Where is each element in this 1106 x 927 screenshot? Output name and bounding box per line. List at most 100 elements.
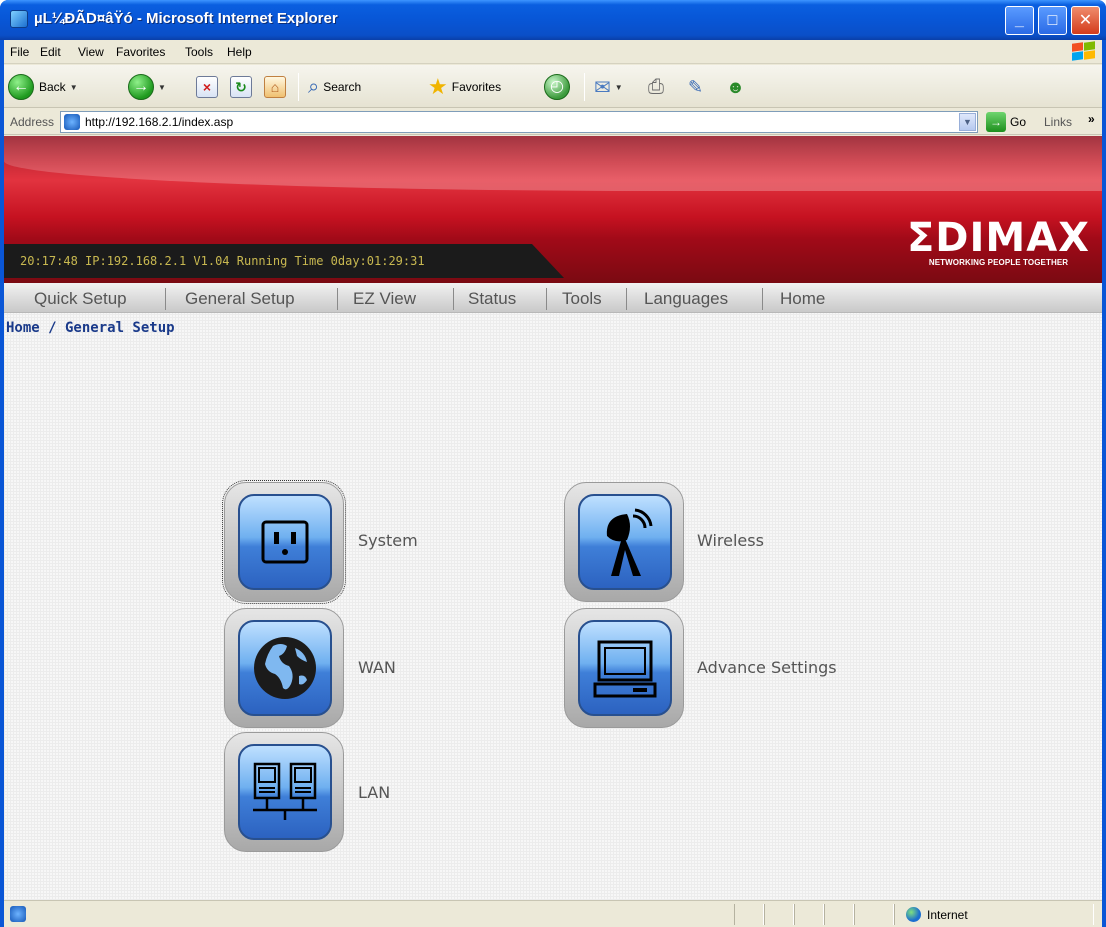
wireless-tile[interactable]	[564, 482, 684, 602]
messenger-icon: ☻	[726, 76, 745, 97]
advance-settings-tile-face	[578, 620, 672, 716]
satellite-dish-icon	[606, 508, 653, 576]
menu-file[interactable]: File	[10, 45, 29, 59]
lan-tile-face	[238, 744, 332, 840]
print-icon: ⎙	[648, 75, 664, 98]
page-viewport: 20:17:48 IP:192.168.2.1 V1.04 Running Ti…	[4, 136, 1102, 900]
lan-tile[interactable]	[224, 732, 344, 852]
maximize-button[interactable]: □	[1038, 6, 1067, 35]
stop-button[interactable]: ×	[196, 72, 218, 102]
go-arrow-icon: →	[986, 112, 1006, 132]
print-button[interactable]: ⎙	[648, 72, 664, 102]
back-dropdown-icon[interactable]: ▼	[70, 83, 78, 92]
wan-tile[interactable]	[224, 608, 344, 728]
internet-zone-icon	[906, 907, 921, 922]
advance-settings-tile[interactable]	[564, 608, 684, 728]
go-button[interactable]: → Go	[986, 111, 1026, 133]
title-bar[interactable]: µL¼ÐÃD¤âŸó - Microsoft Internet Explorer…	[0, 0, 1106, 40]
wan-label[interactable]: WAN	[358, 658, 396, 677]
menu-tools[interactable]: Tools	[185, 45, 213, 59]
address-label: Address	[10, 115, 55, 129]
router-banner: 20:17:48 IP:192.168.2.1 V1.04 Running Ti…	[4, 136, 1102, 283]
banner-highlight	[4, 136, 1102, 191]
wan-tile-face	[238, 620, 332, 716]
nav-separator	[626, 288, 627, 310]
edit-button[interactable]: ✎	[688, 72, 703, 102]
menu-edit[interactable]: Edit	[40, 45, 61, 59]
logo-text: ΣDIMAX	[906, 215, 1090, 261]
nav-tools[interactable]: Tools	[562, 289, 602, 309]
main-nav: Quick Setup General Setup EZ View Status…	[4, 283, 1102, 313]
home-button[interactable]: ⌂	[264, 72, 286, 102]
nav-separator	[762, 288, 763, 310]
ie-page-icon	[10, 10, 28, 28]
system-tile[interactable]	[222, 480, 346, 604]
network-computers-icon	[253, 762, 317, 820]
refresh-button[interactable]: ↻	[230, 72, 252, 102]
toolbar-separator	[298, 73, 299, 101]
favorites-button[interactable]: ★ Favorites	[428, 72, 501, 102]
address-url[interactable]: http://192.168.2.1/index.asp	[85, 115, 233, 129]
home-icon: ⌂	[264, 76, 286, 98]
address-bar: Address http://192.168.2.1/index.asp ▼ →…	[4, 109, 1102, 135]
favorites-label: Favorites	[451, 80, 502, 94]
page-favicon-icon	[64, 114, 80, 130]
links-button[interactable]: Links »	[1044, 112, 1095, 129]
breadcrumb: Home / General Setup	[6, 320, 175, 336]
address-dropdown-icon[interactable]: ▼	[959, 113, 976, 131]
nav-quick-setup[interactable]: Quick Setup	[34, 289, 127, 309]
nav-home[interactable]: Home	[780, 289, 825, 309]
nav-status[interactable]: Status	[468, 289, 516, 309]
nav-languages[interactable]: Languages	[644, 289, 728, 309]
back-button[interactable]: ← Back ▼	[8, 72, 78, 102]
menu-help[interactable]: Help	[227, 45, 252, 59]
nav-separator	[546, 288, 547, 310]
chevron-right-icon: »	[1088, 112, 1095, 126]
search-label: Search	[323, 80, 362, 94]
address-input[interactable]: http://192.168.2.1/index.asp ▼	[60, 111, 978, 133]
zone-label: Internet	[927, 907, 968, 922]
nav-ez-view[interactable]: EZ View	[353, 289, 416, 309]
history-button[interactable]: ◴	[544, 72, 570, 102]
status-bar: Internet	[4, 900, 1102, 927]
status-panel	[734, 904, 764, 925]
globe-icon	[254, 637, 316, 699]
nav-general-setup[interactable]: General Setup	[185, 289, 295, 309]
menu-favorites[interactable]: Favorites	[116, 45, 165, 59]
wireless-label[interactable]: Wireless	[697, 531, 764, 550]
stop-icon: ×	[196, 76, 218, 98]
browser-window: µL¼ÐÃD¤âŸó - Microsoft Internet Explorer…	[0, 0, 1106, 927]
page-background	[4, 313, 1102, 900]
page-status-icon	[10, 906, 26, 922]
refresh-icon: ↻	[230, 76, 252, 98]
mail-button[interactable]: ✉ ▼	[594, 72, 623, 102]
edit-icon: ✎	[688, 76, 704, 97]
standard-toolbar: ← Back ▼ → ▼ × ↻ ⌂ ⌕ Search ★ Favorites …	[4, 65, 1102, 108]
router-status-line: 20:17:48 IP:192.168.2.1 V1.04 Running Ti…	[20, 254, 425, 268]
system-label[interactable]: System	[358, 531, 418, 550]
forward-dropdown-icon[interactable]: ▼	[158, 83, 166, 92]
search-button[interactable]: ⌕ Search	[308, 72, 361, 102]
status-panel	[794, 904, 824, 925]
go-label: Go	[1010, 115, 1027, 129]
status-panel	[854, 904, 894, 925]
back-icon: ←	[8, 74, 34, 100]
lan-label[interactable]: LAN	[358, 783, 390, 802]
forward-button[interactable]: → ▼	[128, 72, 166, 102]
history-icon: ◴	[544, 74, 570, 100]
computer-monitor-icon	[593, 640, 657, 698]
system-tile-face	[238, 494, 332, 590]
edimax-logo: ΣDIMAX NETWORKING PEOPLE TOGETHER	[907, 218, 1090, 267]
nav-separator	[165, 288, 166, 310]
messenger-button[interactable]: ☻	[726, 72, 745, 102]
nav-separator	[337, 288, 338, 310]
security-zone: Internet	[906, 907, 968, 922]
mail-icon: ✉	[594, 76, 611, 99]
menu-view[interactable]: View	[78, 45, 104, 59]
mail-dropdown-icon[interactable]: ▼	[615, 83, 623, 92]
advance-settings-label[interactable]: Advance Settings	[697, 658, 837, 677]
close-button[interactable]: ✕	[1071, 6, 1100, 35]
minimize-button[interactable]: _	[1005, 6, 1034, 35]
forward-icon: →	[128, 74, 154, 100]
menu-bar: File Edit View Favorites Tools Help	[4, 40, 1102, 64]
